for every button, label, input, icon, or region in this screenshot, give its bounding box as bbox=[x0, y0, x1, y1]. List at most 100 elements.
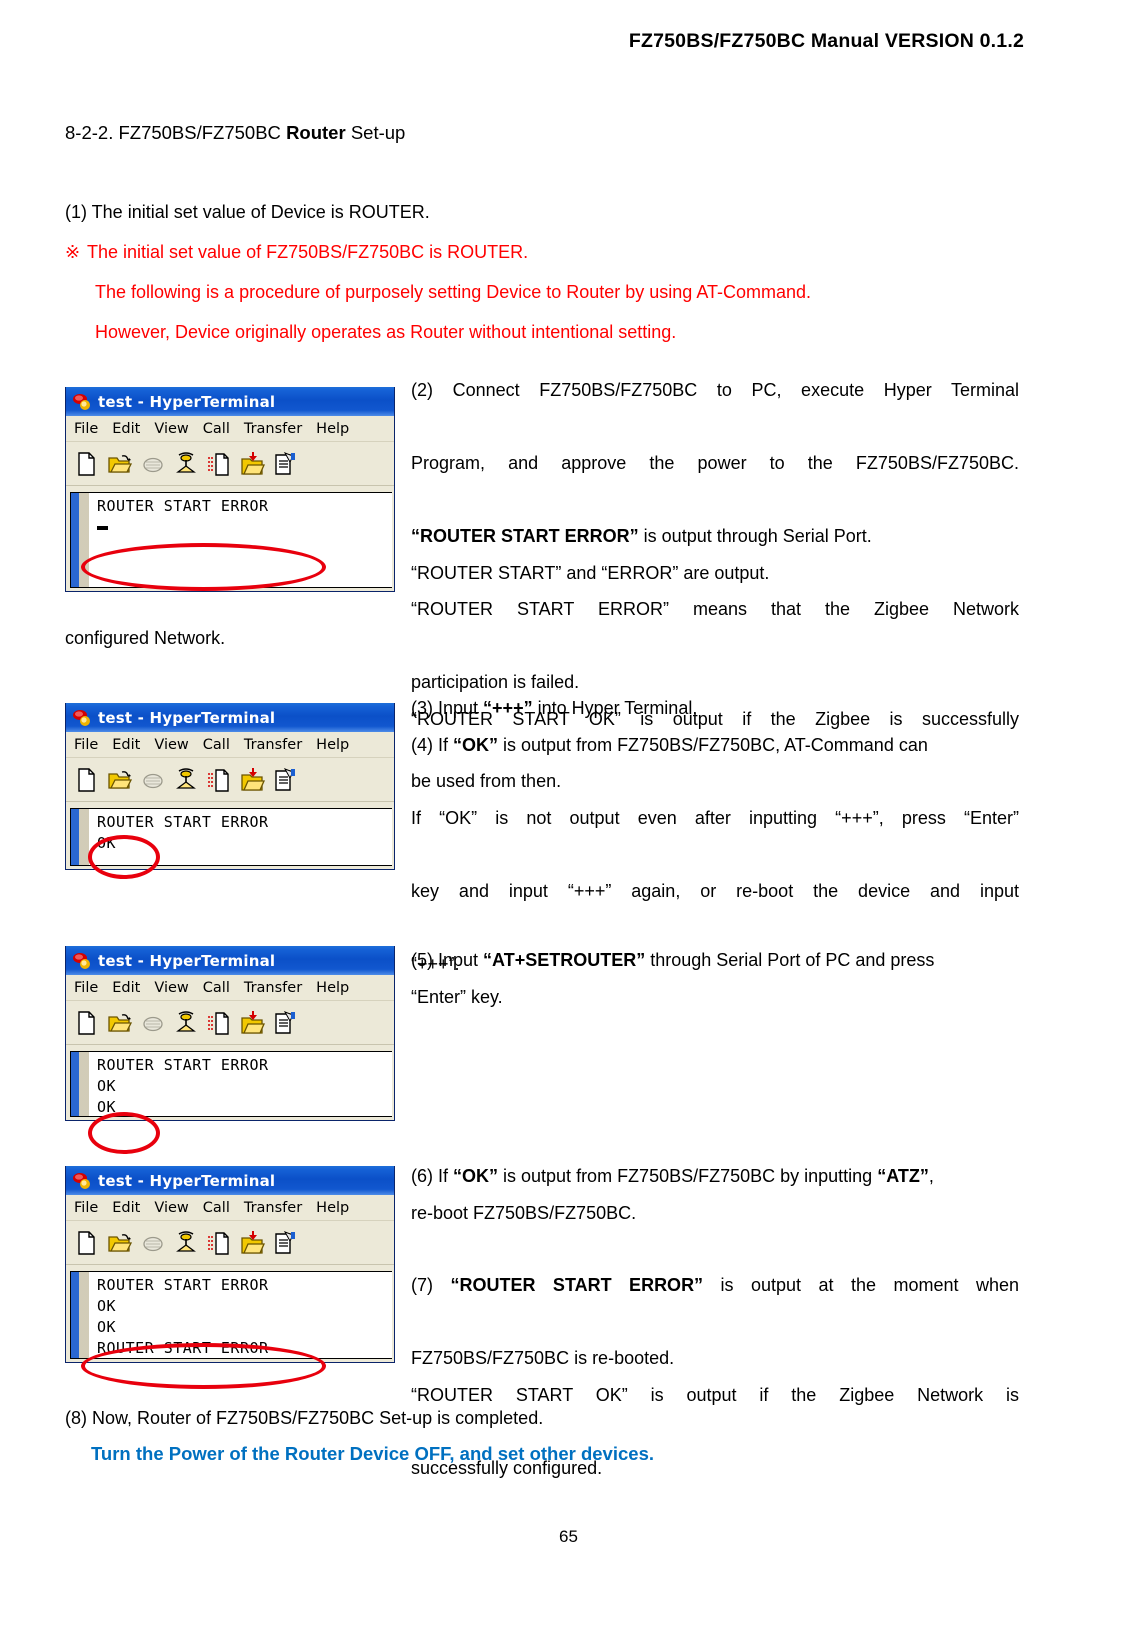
window-toolbar[interactable] bbox=[66, 442, 394, 486]
menu-item-transfer[interactable]: Transfer bbox=[244, 980, 302, 996]
send-file-icon[interactable] bbox=[206, 1229, 232, 1257]
hyperterminal-window-4[interactable]: test - HyperTerminal File Edit View Call… bbox=[65, 1166, 395, 1389]
call-icon[interactable] bbox=[173, 1009, 199, 1037]
intro-note-2: The following is a procedure of purposel… bbox=[95, 282, 812, 302]
call-icon[interactable] bbox=[173, 766, 199, 794]
menu-item-file[interactable]: File bbox=[74, 421, 98, 437]
disconnect-icon[interactable] bbox=[140, 1009, 166, 1037]
step-7-line-2: FZ750BS/FZ750BC is re-booted. bbox=[411, 1348, 675, 1368]
receive-file-icon[interactable] bbox=[239, 1229, 266, 1257]
section-heading-bold: Router bbox=[286, 122, 346, 143]
menu-item-transfer[interactable]: Transfer bbox=[244, 1200, 302, 1216]
call-icon[interactable] bbox=[173, 450, 199, 478]
new-connection-icon[interactable] bbox=[74, 766, 100, 794]
window-client-area: ROUTER START ERROR OK OK ROUTER START ER… bbox=[66, 1265, 394, 1362]
menu-item-transfer[interactable]: Transfer bbox=[244, 421, 302, 437]
open-icon[interactable] bbox=[107, 1229, 133, 1257]
menu-item-help[interactable]: Help bbox=[316, 980, 349, 996]
hyperterminal-window-2[interactable]: test - HyperTerminal File Edit View Call… bbox=[65, 703, 395, 879]
menu-item-edit[interactable]: Edit bbox=[112, 980, 140, 996]
terminal-line: ROUTER START ERROR bbox=[97, 1056, 269, 1074]
menu-item-file[interactable]: File bbox=[74, 1200, 98, 1216]
intro-item-1: (1) The initial set value of Device is R… bbox=[65, 202, 430, 222]
window-titlebar[interactable]: test - HyperTerminal bbox=[66, 946, 394, 975]
new-connection-icon[interactable] bbox=[74, 1009, 100, 1037]
send-file-icon[interactable] bbox=[206, 1009, 232, 1037]
window-menubar[interactable]: File Edit View Call Transfer Help bbox=[66, 975, 394, 1001]
intro-note-3: However, Device originally operates as R… bbox=[95, 322, 677, 342]
window-titlebar[interactable]: test - HyperTerminal bbox=[66, 1166, 394, 1195]
step-2-line-3: “ROUTER START ERROR” is output through S… bbox=[411, 518, 1019, 555]
open-icon[interactable] bbox=[107, 450, 133, 478]
step-5-emphasis: “AT+SETROUTER” bbox=[483, 950, 646, 970]
window-menubar[interactable]: File Edit View Call Transfer Help bbox=[66, 416, 394, 442]
window-toolbar[interactable] bbox=[66, 1221, 394, 1265]
hyperterminal-window-1[interactable]: test - HyperTerminal File Edit View Call… bbox=[65, 387, 395, 592]
window-menubar[interactable]: File Edit View Call Transfer Help bbox=[66, 1195, 394, 1221]
properties-icon[interactable] bbox=[272, 766, 298, 794]
terminal-line: OK bbox=[97, 834, 117, 852]
terminal-output-3[interactable]: ROUTER START ERROR OK OK bbox=[70, 1051, 392, 1117]
terminal-line: OK bbox=[97, 1297, 117, 1315]
receive-file-icon[interactable] bbox=[239, 450, 266, 478]
window-titlebar[interactable]: test - HyperTerminal bbox=[66, 703, 394, 732]
terminal-output-4[interactable]: ROUTER START ERROR OK OK ROUTER START ER… bbox=[70, 1271, 392, 1359]
new-connection-icon[interactable] bbox=[74, 1229, 100, 1257]
step-4-line-1: (4) If “OK” is output from FZ750BS/FZ750… bbox=[411, 727, 1019, 764]
menu-item-file[interactable]: File bbox=[74, 980, 98, 996]
menu-item-edit[interactable]: Edit bbox=[112, 421, 140, 437]
menu-item-transfer[interactable]: Transfer bbox=[244, 737, 302, 753]
open-icon[interactable] bbox=[107, 766, 133, 794]
terminal-left-gutter bbox=[71, 493, 89, 587]
terminal-left-gutter bbox=[71, 809, 89, 865]
send-file-icon[interactable] bbox=[206, 450, 232, 478]
new-connection-icon[interactable] bbox=[74, 450, 100, 478]
terminal-line: OK bbox=[97, 1077, 117, 1095]
step-7-suffix: is output at the moment when bbox=[703, 1275, 1019, 1295]
window-client-area: ROUTER START ERROR bbox=[66, 486, 394, 591]
menu-item-edit[interactable]: Edit bbox=[112, 1200, 140, 1216]
terminal-output-2[interactable]: ROUTER START ERROR OK bbox=[70, 808, 392, 866]
receive-file-icon[interactable] bbox=[239, 1009, 266, 1037]
menu-item-file[interactable]: File bbox=[74, 737, 98, 753]
menu-item-call[interactable]: Call bbox=[203, 1200, 230, 1216]
properties-icon[interactable] bbox=[272, 1009, 298, 1037]
page-header: FZ750BS/FZ750BC Manual VERSION 0.1.2 bbox=[628, 30, 1024, 52]
menu-item-view[interactable]: View bbox=[154, 980, 188, 996]
hyperterminal-window-3[interactable]: test - HyperTerminal File Edit View Call… bbox=[65, 946, 395, 1154]
receive-file-icon[interactable] bbox=[239, 766, 266, 794]
call-icon[interactable] bbox=[173, 1229, 199, 1257]
open-icon[interactable] bbox=[107, 1009, 133, 1037]
step-3-emphasis: “+++” bbox=[483, 698, 533, 718]
menu-item-call[interactable]: Call bbox=[203, 980, 230, 996]
step-5-prefix: (5) Input bbox=[411, 950, 484, 970]
menu-item-view[interactable]: View bbox=[154, 1200, 188, 1216]
disconnect-icon[interactable] bbox=[140, 450, 166, 478]
menu-item-edit[interactable]: Edit bbox=[112, 737, 140, 753]
step-5-line-1: (5) Input “AT+SETROUTER” through Serial … bbox=[411, 942, 1019, 979]
step-2-line-2: Program, and approve the power to the FZ… bbox=[411, 453, 1019, 473]
properties-icon[interactable] bbox=[272, 450, 298, 478]
menu-item-call[interactable]: Call bbox=[203, 737, 230, 753]
disconnect-icon[interactable] bbox=[140, 1229, 166, 1257]
window-titlebar[interactable]: test - HyperTerminal bbox=[66, 387, 394, 416]
menu-item-help[interactable]: Help bbox=[316, 421, 349, 437]
step-6-prefix: (6) If bbox=[411, 1166, 454, 1186]
menu-item-help[interactable]: Help bbox=[316, 737, 349, 753]
terminal-caret bbox=[97, 517, 392, 538]
step-5-line-2: “Enter” key. bbox=[411, 986, 503, 1007]
terminal-output-1[interactable]: ROUTER START ERROR bbox=[70, 492, 392, 588]
intro-note-1-text: The initial set value of FZ750BS/FZ750BC… bbox=[87, 242, 529, 262]
menu-item-view[interactable]: View bbox=[154, 737, 188, 753]
window-toolbar[interactable] bbox=[66, 1001, 394, 1045]
menu-item-call[interactable]: Call bbox=[203, 421, 230, 437]
menu-item-view[interactable]: View bbox=[154, 421, 188, 437]
menu-item-help[interactable]: Help bbox=[316, 1200, 349, 1216]
window-menubar[interactable]: File Edit View Call Transfer Help bbox=[66, 732, 394, 758]
send-file-icon[interactable] bbox=[206, 766, 232, 794]
disconnect-icon[interactable] bbox=[140, 766, 166, 794]
window-toolbar[interactable] bbox=[66, 758, 394, 802]
section-heading: 8-2-2. FZ750BS/FZ750BC Router Set-up bbox=[65, 122, 405, 144]
terminal-line: ROUTER START ERROR bbox=[97, 813, 269, 831]
properties-icon[interactable] bbox=[272, 1229, 298, 1257]
